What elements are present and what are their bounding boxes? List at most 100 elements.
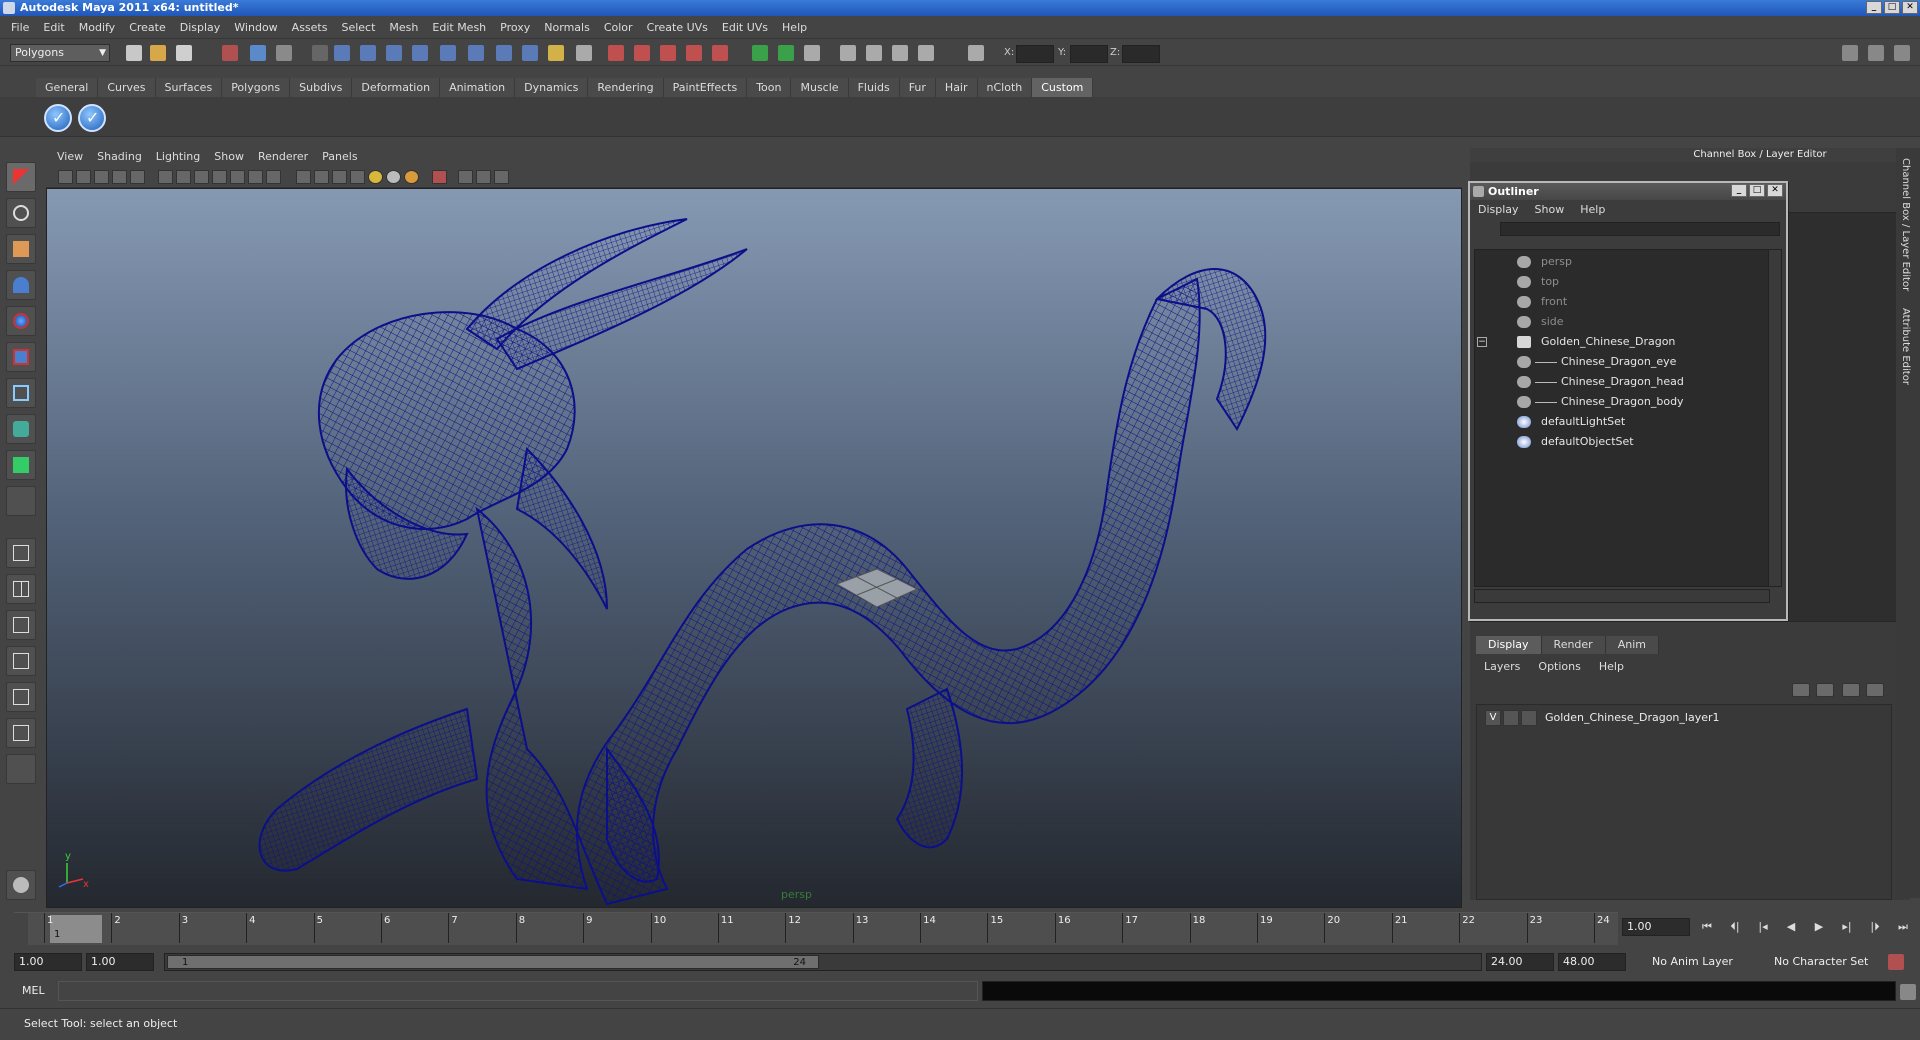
outliner-title-bar[interactable]: Outliner _ □ ✕ (1470, 183, 1786, 200)
tab-general[interactable]: General (36, 78, 99, 97)
tab-polygons[interactable]: Polygons (222, 78, 291, 97)
menu-window[interactable]: Window (227, 18, 284, 38)
lock-selection-icon[interactable] (312, 45, 328, 61)
layer-menu-help[interactable]: Help (1593, 657, 1636, 677)
safe-action-icon[interactable] (248, 170, 263, 184)
tab-painteffects[interactable]: PaintEffects (663, 78, 748, 97)
snap-plane-icon[interactable] (412, 45, 428, 61)
menu-help[interactable]: Help (775, 18, 814, 38)
absolute-mode-icon[interactable] (866, 45, 882, 61)
select-by-name-icon[interactable] (804, 45, 820, 61)
go-to-end-button[interactable]: ⏭ (1892, 918, 1914, 936)
outliner-item[interactable]: Chinese_Dragon_head (1475, 372, 1769, 392)
create-empty-layer-icon[interactable] (1842, 683, 1860, 697)
show-channel-box-icon[interactable] (1894, 45, 1910, 61)
time-slider-track[interactable]: 1 1 2 3 4 5 6 7 8 9 10 11 12 13 14 15 16 17 18 19 20 21 22 23 2… (28, 913, 1618, 945)
outliner-maximize-button[interactable]: □ (1749, 184, 1765, 197)
outliner-item[interactable]: persp (1475, 252, 1769, 272)
select-camera-icon[interactable] (58, 170, 73, 184)
scale-tool[interactable] (6, 342, 36, 372)
high-quality-icon[interactable] (404, 170, 419, 184)
viewport-menu-view[interactable]: View (50, 147, 90, 167)
play-forwards-button[interactable]: ▶ (1808, 918, 1830, 936)
use-all-lights-icon[interactable] (368, 170, 383, 184)
tab-animation[interactable]: Animation (440, 78, 516, 97)
outliner-item[interactable]: front (1475, 292, 1769, 312)
grid-icon[interactable] (158, 170, 173, 184)
animation-end-field[interactable]: 48.00 (1558, 953, 1626, 971)
outliner-filter-input[interactable] (1500, 222, 1780, 236)
last-tool-used[interactable] (6, 486, 36, 516)
hypershade-icon[interactable] (686, 45, 702, 61)
soft-modification-tool[interactable] (6, 414, 36, 444)
outliner-minimize-button[interactable]: _ (1731, 184, 1747, 197)
outliner-item[interactable]: defaultLightSet (1475, 412, 1769, 432)
range-slider[interactable]: 1 24 (164, 953, 1482, 971)
layout-persp-graph-outliner[interactable] (6, 718, 36, 748)
playback-start-field[interactable]: 1.00 (86, 953, 154, 971)
layer-menu-layers[interactable]: Layers (1478, 657, 1532, 677)
tab-hair[interactable]: Hair (935, 78, 978, 97)
render-settings-icon[interactable] (660, 45, 676, 61)
collapse-icon[interactable]: − (1477, 337, 1487, 347)
layout-single-perspective[interactable] (6, 538, 36, 568)
transform-field-icon[interactable] (968, 45, 984, 61)
layer-visibility-toggle[interactable]: V (1485, 710, 1501, 726)
quick-rename-icon[interactable] (918, 45, 934, 61)
snap-grid-icon[interactable] (334, 45, 350, 61)
relative-mode-icon[interactable] (840, 45, 856, 61)
outliner-item[interactable]: top (1475, 272, 1769, 292)
show-attribute-editor-icon[interactable] (1842, 45, 1858, 61)
maximize-button[interactable]: □ (1884, 1, 1900, 14)
snap-curve-icon[interactable] (360, 45, 376, 61)
outliner-item[interactable]: − Golden_Chinese_Dragon (1475, 332, 1769, 352)
bookmarks-icon[interactable] (94, 170, 109, 184)
tab-custom[interactable]: Custom (1032, 78, 1094, 97)
layer-color-swatch[interactable] (1521, 710, 1537, 726)
rename-icon[interactable] (892, 45, 908, 61)
anim-layer-dropdown[interactable]: No Anim Layer (1648, 953, 1760, 971)
paint-select-tool[interactable] (6, 234, 36, 264)
select-hierarchy-icon[interactable] (222, 45, 238, 61)
menu-proxy[interactable]: Proxy (493, 18, 537, 38)
wireframe-on-shaded-icon[interactable] (332, 170, 347, 184)
wireframe-icon[interactable] (296, 170, 311, 184)
move-tool[interactable] (6, 270, 36, 300)
new-scene-icon[interactable] (126, 45, 142, 61)
tab-display-layers[interactable]: Display (1476, 636, 1542, 654)
step-back-key-button[interactable]: |◂ (1752, 918, 1774, 936)
shelf-button-2[interactable]: ✓ (78, 104, 106, 132)
menu-create-uvs[interactable]: Create UVs (640, 18, 715, 38)
tab-fluids[interactable]: Fluids (848, 78, 900, 97)
menu-color[interactable]: Color (597, 18, 640, 38)
menu-edit-mesh[interactable]: Edit Mesh (425, 18, 493, 38)
outliner-menu-show[interactable]: Show (1535, 200, 1573, 220)
select-component-icon[interactable] (276, 45, 292, 61)
mel-command-input[interactable] (58, 981, 978, 1001)
smooth-shade-icon[interactable] (314, 170, 329, 184)
range-slider-thumb[interactable]: 1 24 (167, 955, 819, 969)
film-gate-icon[interactable] (176, 170, 191, 184)
animation-start-field[interactable]: 1.00 (14, 953, 82, 971)
select-object-icon[interactable] (250, 45, 266, 61)
menu-edit-uvs[interactable]: Edit UVs (715, 18, 775, 38)
x-coord-field[interactable] (1016, 45, 1054, 63)
help-icon[interactable] (522, 45, 538, 61)
xray-components-icon[interactable] (494, 170, 509, 184)
layer-row[interactable]: V Golden_Chinese_Dragon_layer1 (1485, 710, 1885, 726)
snap-live-icon[interactable] (440, 45, 456, 61)
minimize-button[interactable]: _ (1866, 1, 1882, 14)
layout-hypershade-outliner[interactable] (6, 682, 36, 712)
tab-curves[interactable]: Curves (98, 78, 156, 97)
menu-mesh[interactable]: Mesh (382, 18, 425, 38)
xray-joints-icon[interactable] (476, 170, 491, 184)
camera-attributes-icon[interactable] (76, 170, 91, 184)
current-frame-marker[interactable]: 1 (50, 915, 102, 943)
character-set-dropdown[interactable]: No Character Set (1770, 953, 1882, 971)
tab-muscle[interactable]: Muscle (791, 78, 849, 97)
tab-deformation[interactable]: Deformation (352, 78, 441, 97)
tab-subdivs[interactable]: Subdivs (290, 78, 353, 97)
shelf-button-1[interactable]: ✓ (44, 104, 72, 132)
tab-dynamics[interactable]: Dynamics (515, 78, 589, 97)
select-tool[interactable] (6, 162, 36, 192)
